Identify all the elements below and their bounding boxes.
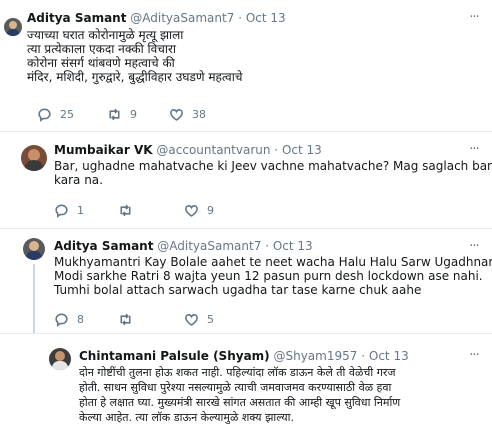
like-count: 38 xyxy=(192,107,206,121)
tweet-line: दोन गोष्टींची तुलना होऊ शकत नाही. पहिल्य… xyxy=(79,366,396,379)
tweet-line: ज्याच्या घरात कोरोनामुळे मृत्यू झाला xyxy=(27,28,184,42)
tweet-3[interactable]: Aditya Samant @AdityaSamant7 · Oct 13 ··… xyxy=(0,229,492,333)
timestamp[interactable]: Oct 13 xyxy=(246,11,286,25)
user-handle[interactable]: @AdityaSamant7 xyxy=(157,239,261,253)
avatar[interactable] xyxy=(49,348,71,370)
tweet-line: कोरोना संसर्ग थांबवणे महत्वाचे की xyxy=(27,56,175,70)
tweet-header: Aditya Samant @AdityaSamant7 · Oct 13 xyxy=(27,10,286,26)
tweet-header: Aditya Samant @AdityaSamant7 · Oct 13 xyxy=(54,238,313,254)
tweet-line: Bar, ughadne mahatvache ki Jeev vachne m… xyxy=(54,159,492,173)
tweet-line: होती. साधन सुविधा पुरेश्या नसल्यामुळे त्… xyxy=(79,381,392,394)
user-handle[interactable]: @accountantvarun xyxy=(156,143,270,157)
more-icon[interactable]: ··· xyxy=(468,240,480,255)
like-button[interactable]: 9 xyxy=(184,202,214,218)
avatar[interactable] xyxy=(4,18,22,36)
tweet-line: Tumhi bolal attach sarwach ugadha tar ta… xyxy=(54,283,422,297)
like-count: 9 xyxy=(207,203,214,217)
user-handle[interactable]: @AdityaSamant7 xyxy=(130,11,234,25)
tweet-actions: 8 5 xyxy=(54,311,254,327)
user-name[interactable]: Aditya Samant xyxy=(27,11,126,25)
tweet-text: ज्याच्या घरात कोरोनामुळे मृत्यू झाला त्य… xyxy=(27,28,242,84)
retweet-count: 9 xyxy=(130,107,137,121)
like-button[interactable]: 5 xyxy=(184,311,214,327)
timestamp[interactable]: Oct 13 xyxy=(369,349,409,363)
reply-count: 8 xyxy=(77,312,84,326)
tweet-line: Mukhyamantri Kay Bolale aahet te neet wa… xyxy=(54,255,492,269)
retweet-button[interactable]: 9 xyxy=(107,106,137,122)
reply-button[interactable]: 8 xyxy=(54,311,84,327)
user-name[interactable]: Aditya Samant xyxy=(54,239,153,253)
more-icon[interactable]: ··· xyxy=(468,11,480,26)
reply-count: 25 xyxy=(60,107,74,121)
tweet-2[interactable]: Mumbaikar VK @accountantvarun · Oct 13 ·… xyxy=(0,132,492,228)
separator: · xyxy=(238,11,243,25)
user-name[interactable]: Chintamani Palsule (Shyam) xyxy=(79,349,270,363)
like-icon xyxy=(170,108,183,121)
reply-count: 1 xyxy=(77,203,84,217)
retweet-button[interactable] xyxy=(118,311,133,327)
user-name[interactable]: Mumbaikar VK xyxy=(54,143,153,157)
tweet-header: Mumbaikar VK @accountantvarun · Oct 13 xyxy=(54,142,322,158)
more-icon[interactable]: ··· xyxy=(468,349,480,364)
user-handle[interactable]: @Shyam1957 xyxy=(273,349,357,363)
tweet-4[interactable]: Chintamani Palsule (Shyam) @Shyam1957 · … xyxy=(0,334,492,447)
timestamp[interactable]: Oct 13 xyxy=(282,143,322,157)
like-count: 5 xyxy=(207,312,214,326)
reply-icon xyxy=(55,204,68,218)
separator: · xyxy=(265,239,270,253)
tweet-line: kara na. xyxy=(54,173,103,187)
like-icon xyxy=(185,204,198,217)
tweet-line: केल्या आहेत. त्या लॉक डाऊन केल्यामुळे शक… xyxy=(79,411,294,424)
tweet-header: Chintamani Palsule (Shyam) @Shyam1957 · … xyxy=(79,348,409,364)
reply-icon xyxy=(55,313,68,327)
tweet-text: Bar, ughadne mahatvache ki Jeev vachne m… xyxy=(54,159,492,187)
tweet-line: होता हे लक्षात घ्या. मुख्यमंत्री सारखे स… xyxy=(79,396,401,409)
tweet-text: दोन गोष्टींची तुलना होऊ शकत नाही. पहिल्य… xyxy=(79,365,400,425)
retweet-icon xyxy=(120,204,131,216)
thread-line xyxy=(33,264,35,333)
reply-button[interactable]: 25 xyxy=(37,106,74,122)
tweet-actions: 1 9 xyxy=(54,202,254,218)
retweet-icon xyxy=(120,313,131,325)
separator: · xyxy=(361,349,366,363)
separator: · xyxy=(274,143,279,157)
retweet-button[interactable] xyxy=(118,202,133,218)
tweet-text: Mukhyamantri Kay Bolale aahet te neet wa… xyxy=(54,255,492,297)
tweet-line: Modi sarkhe Ratri 8 wajta yeun 12 pasun … xyxy=(54,269,483,283)
tweet-1[interactable]: Aditya Samant @AdityaSamant7 · Oct 13 ··… xyxy=(0,0,492,131)
like-button[interactable]: 38 xyxy=(169,106,206,122)
reply-icon xyxy=(38,108,51,122)
avatar[interactable] xyxy=(21,145,47,171)
reply-button[interactable]: 1 xyxy=(54,202,84,218)
tweet-actions: 25 9 38 xyxy=(37,106,237,122)
avatar[interactable] xyxy=(23,238,45,260)
like-icon xyxy=(185,313,198,326)
timestamp[interactable]: Oct 13 xyxy=(273,239,313,253)
more-icon[interactable]: ··· xyxy=(468,143,480,158)
tweet-line: मंदिर, मशिदी, गुरुद्वारे, बुद्धीविहार उघ… xyxy=(27,70,243,84)
tweet-line: त्या प्रत्येकाला एकदा नक्की विचारा xyxy=(27,42,177,56)
retweet-icon xyxy=(109,108,120,120)
